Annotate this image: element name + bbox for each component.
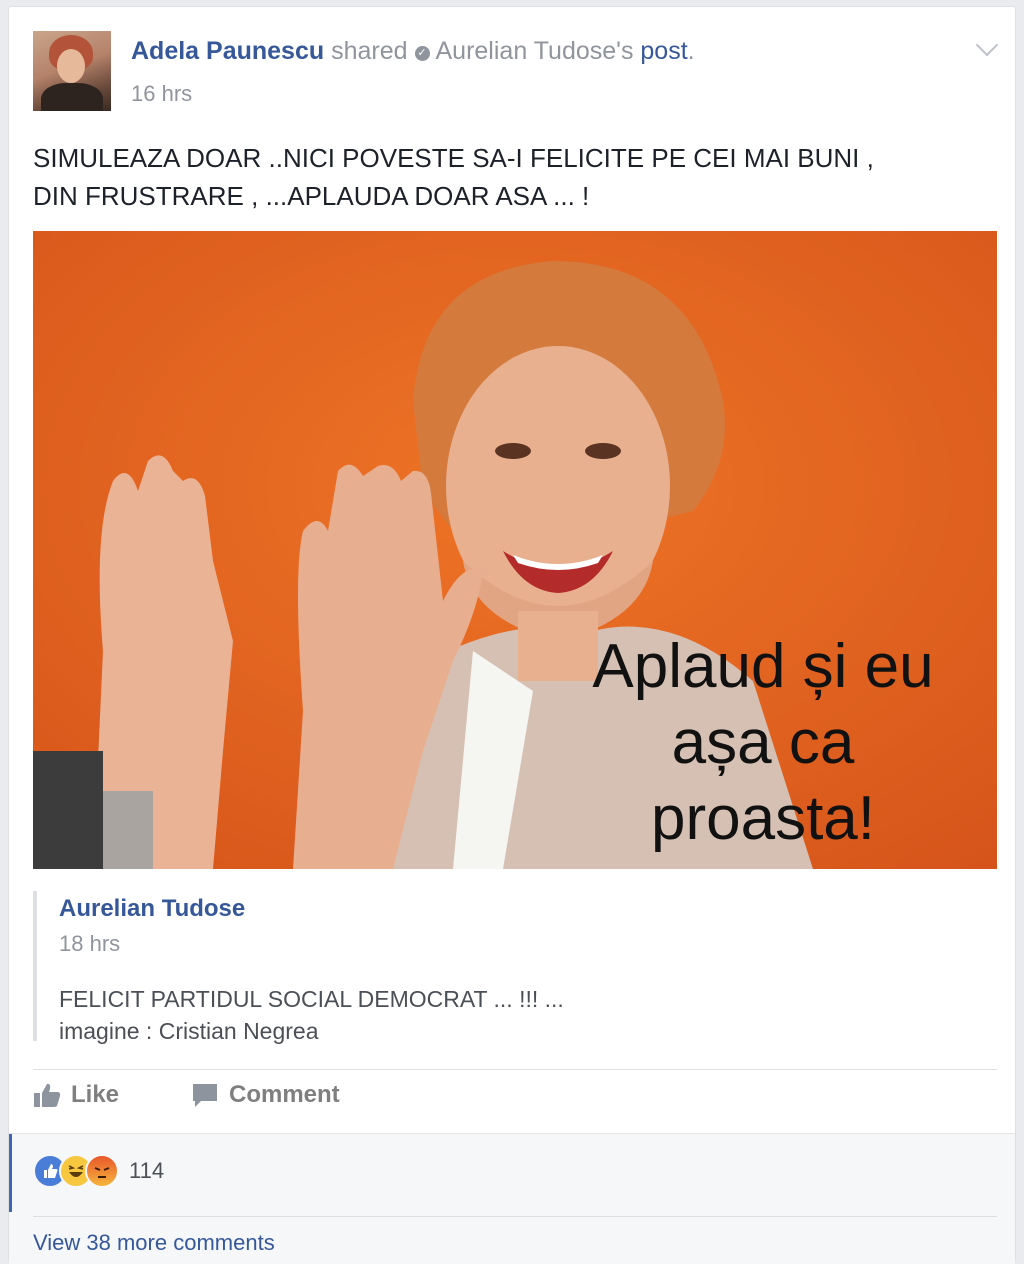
post-text: SIMULEAZA DOAR ..NICI POVESTE SA-I FELIC…	[33, 143, 874, 211]
view-more-comments-link[interactable]: View 38 more comments	[33, 1230, 275, 1256]
comment-icon	[193, 1084, 217, 1107]
thumbs-up-icon	[34, 1083, 61, 1107]
post-timestamp[interactable]: 16 hrs	[131, 81, 192, 107]
image-caption: Aplaud și eu așa ca proasta!	[592, 632, 934, 853]
original-author-link[interactable]: Aurelian Tudose	[59, 895, 245, 923]
angry-reaction-icon	[85, 1154, 119, 1188]
shared-from-name[interactable]: Aurelian Tudose's	[436, 37, 634, 65]
original-timestamp[interactable]: 18 hrs	[59, 931, 120, 957]
verified-icon: ✓	[414, 46, 430, 61]
shared-post-quote: Aurelian Tudose 18 hrs FELICIT PARTIDUL …	[33, 891, 997, 1044]
author-avatar[interactable]	[33, 31, 111, 111]
divider	[33, 1069, 997, 1070]
post-card: Adela Paunescu shared ✓ Aurelian Tudose's…	[8, 6, 1016, 1264]
author-name-link[interactable]: Adela Paunescu	[131, 37, 324, 65]
original-post-text: FELICIT PARTIDUL SOCIAL DEMOCRAT ... !!!…	[59, 986, 564, 1044]
reactions-summary[interactable]: 114	[33, 1154, 164, 1188]
divider	[33, 1216, 997, 1217]
reaction-count[interactable]: 114	[129, 1158, 164, 1184]
comment-button[interactable]: Comment	[191, 1081, 340, 1109]
post-header: Adela Paunescu shared ✓ Aurelian Tudose's…	[131, 37, 695, 65]
chevron-down-icon[interactable]	[975, 33, 999, 57]
reactions-area: 114 View 38 more comments	[9, 1133, 1015, 1264]
shared-label: shared	[331, 37, 408, 65]
focus-indicator	[9, 1134, 12, 1212]
original-post-link[interactable]: post	[640, 37, 687, 65]
like-button[interactable]: Like	[33, 1081, 119, 1109]
post-image[interactable]: Aplaud și eu așa ca proasta!	[33, 231, 997, 869]
